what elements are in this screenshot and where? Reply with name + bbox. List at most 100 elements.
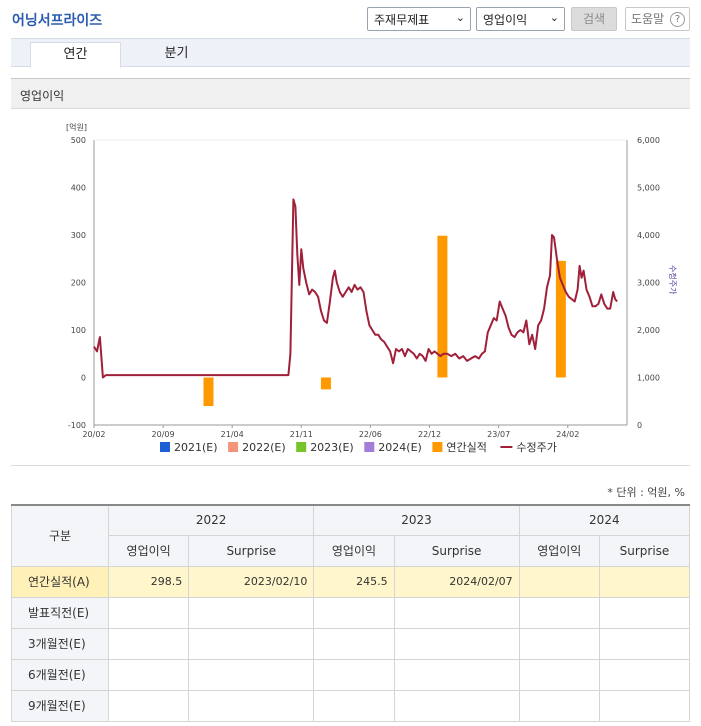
subcol-header: 영업이익 <box>107 534 190 567</box>
table-cell <box>313 596 395 629</box>
table-cell <box>393 596 520 629</box>
y-left-tick-label: 0 <box>81 374 86 383</box>
annual-result-bar <box>203 377 214 406</box>
section-title: 영업이익 <box>20 89 65 103</box>
table-cell <box>393 658 520 691</box>
price-series-line <box>93 198 618 379</box>
estimates-table: 구분 2022 2023 2024 영업이익 Surprise 영업이익 Sur… <box>11 504 691 722</box>
legend-label: 2024(E) <box>378 441 422 454</box>
legend-label: 2021(E) <box>174 441 218 454</box>
table-cell <box>518 565 600 598</box>
section-header: 영업이익 <box>11 78 690 109</box>
row-label: 6개월전(E) <box>11 658 109 691</box>
table-cell: 245.5 <box>313 565 395 598</box>
y-right-tick-label: 2,000 <box>637 326 660 335</box>
row-label: 발표직전(E) <box>11 596 109 629</box>
chevron-down-icon: ⌄ <box>549 11 559 24</box>
table-cell <box>598 627 691 660</box>
legend-label: 2022(E) <box>242 441 286 454</box>
question-icon: ? <box>670 12 685 27</box>
divider <box>11 465 690 466</box>
row-label: 9개월전(E) <box>11 689 109 722</box>
legend-swatch <box>296 442 307 452</box>
table-cell <box>313 627 395 660</box>
page-title: 어닝서프라이즈 <box>12 13 103 29</box>
table-cell <box>518 596 600 629</box>
y-left-tick-label: 500 <box>71 136 86 145</box>
header-bar: 어닝서프라이즈 주재무제표 ⌄ 영업이익 ⌄ 검색 도움말 ? <box>0 0 701 36</box>
table-cell: 2024/02/07 <box>393 565 520 598</box>
legend-swatch <box>160 442 170 452</box>
table-cell: 2023/02/10 <box>188 565 315 598</box>
metric-value: 영업이익 <box>483 13 528 27</box>
legend-label: 연간실적 <box>446 441 486 454</box>
table-cell <box>188 658 315 691</box>
x-tick-label: 22/06 <box>359 430 382 439</box>
x-tick-label: 21/11 <box>290 430 313 439</box>
y-right-tick-label: 1,000 <box>637 374 660 383</box>
y-left-tick-label: 100 <box>71 326 86 335</box>
corner-header: 구분 <box>11 504 109 567</box>
tab-annual[interactable]: 연간 <box>30 42 121 68</box>
x-tick-label: 21/04 <box>221 430 244 439</box>
x-tick-label: 24/02 <box>556 430 579 439</box>
y-right-tick-label: 3,000 <box>637 279 660 288</box>
table-cell <box>107 689 190 722</box>
table-row: 9개월전(E) <box>11 689 691 722</box>
annual-result-bar <box>437 235 448 378</box>
unit-note: * 단위 : 억원, % <box>607 486 685 499</box>
subcol-header: 영업이익 <box>518 534 600 567</box>
legend-swatch <box>364 442 375 452</box>
legend-swatch <box>228 442 239 452</box>
table-cell <box>188 689 315 722</box>
table-body: 연간실적(A) 298.5 2023/02/10 245.5 2024/02/07 발표직… <box>11 565 691 722</box>
subcol-header: Surprise <box>393 534 520 567</box>
table-cell <box>518 627 600 660</box>
x-tick-label: 22/12 <box>418 430 441 439</box>
table-cell: 298.5 <box>107 565 190 598</box>
y-right-tick-label: 4,000 <box>637 231 660 240</box>
year-header: 2024 <box>518 504 691 536</box>
subcol-header: Surprise <box>188 534 315 567</box>
table-row: 연간실적(A) 298.5 2023/02/10 245.5 2024/02/07 <box>11 565 691 598</box>
table-cell <box>107 596 190 629</box>
y-left-tick-label: -100 <box>68 421 86 430</box>
statement-type-select[interactable]: 주재무제표 ⌄ <box>367 7 471 31</box>
annual-result-bar <box>320 377 331 390</box>
legend-label: 수정주가 <box>516 441 556 454</box>
table-cell <box>598 565 691 598</box>
chevron-down-icon: ⌄ <box>455 11 465 24</box>
legend-label: 2023(E) <box>310 441 354 454</box>
help-label: 도움말 <box>631 12 665 26</box>
row-label: 연간실적(A) <box>11 565 109 598</box>
table-cell <box>598 689 691 722</box>
year-header: 2023 <box>313 504 520 536</box>
x-tick-label: 20/09 <box>152 430 175 439</box>
y-left-tick-label: 200 <box>71 279 86 288</box>
table-cell <box>518 658 600 691</box>
table-row: 3개월전(E) <box>11 627 691 660</box>
table-cell <box>598 658 691 691</box>
subcol-header: 영업이익 <box>313 534 395 567</box>
help-button[interactable]: 도움말 ? <box>625 7 690 31</box>
table-cell <box>313 658 395 691</box>
table-row: 6개월전(E) <box>11 658 691 691</box>
table-cell <box>188 596 315 629</box>
y-left-unit-label: [억원] <box>66 122 87 132</box>
table-cell <box>313 689 395 722</box>
y-right-tick-label: 0 <box>637 421 642 430</box>
earnings-chart: 500 400 300 200 100 0 -100 [억원] 6,000 5,000 4,000 3… <box>66 122 678 454</box>
year-header: 2022 <box>107 504 315 536</box>
period-tabs: 연간 분기 <box>11 38 690 68</box>
table-cell <box>393 689 520 722</box>
legend-swatch <box>432 442 443 452</box>
row-label: 3개월전(E) <box>11 627 109 660</box>
metric-select[interactable]: 영업이익 ⌄ <box>476 7 565 31</box>
y-right-tick-label: 6,000 <box>637 136 660 145</box>
tab-quarterly[interactable]: 분기 <box>131 42 222 68</box>
table-cell <box>393 627 520 660</box>
table-cell <box>107 658 190 691</box>
search-button[interactable]: 검색 <box>571 7 617 31</box>
subcol-header: Surprise <box>598 534 691 567</box>
table-cell <box>598 596 691 629</box>
